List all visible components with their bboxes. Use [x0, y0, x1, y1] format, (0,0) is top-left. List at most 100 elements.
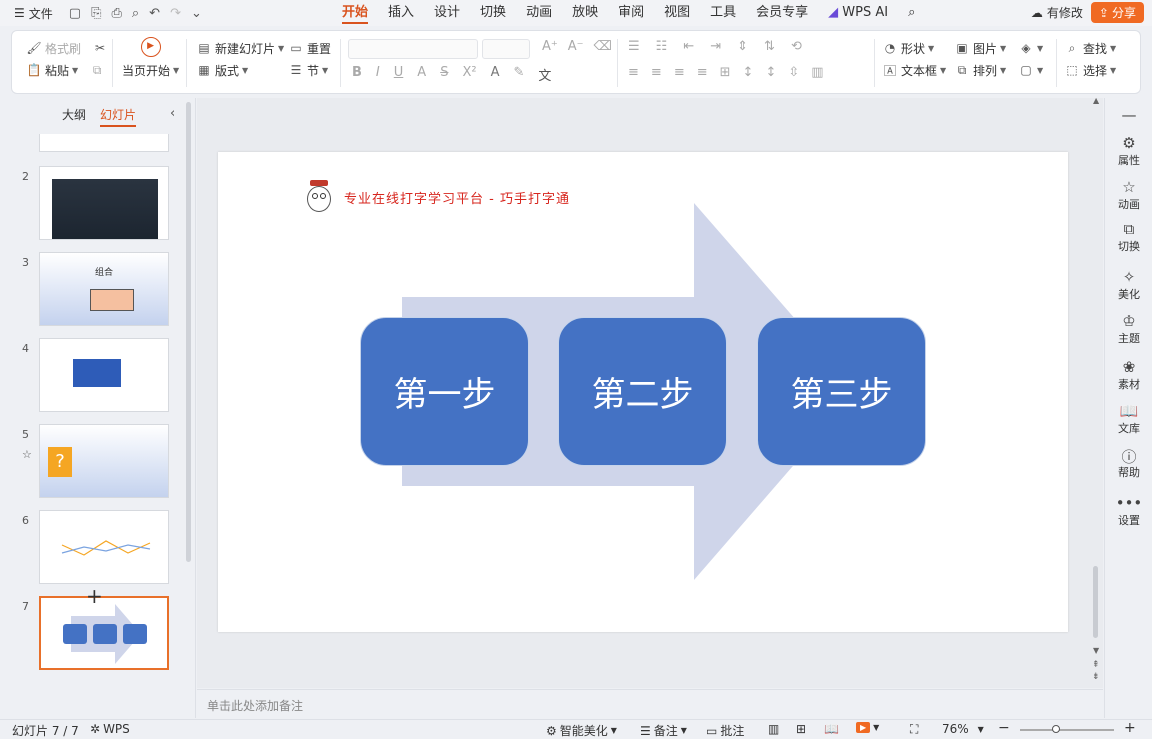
outline-button[interactable]: ▢ ▼	[1018, 59, 1043, 81]
slide-thumbnail-7[interactable]	[39, 596, 169, 670]
reset-button[interactable]: ▭ 重置	[288, 37, 331, 59]
format-painter-button[interactable]: 🖌 格式刷 ✂	[26, 37, 108, 59]
chevron-down-icon[interactable]: ⌄	[191, 6, 202, 21]
increase-font-icon[interactable]: A⁺	[542, 39, 558, 54]
zoom-slider[interactable]	[1020, 725, 1114, 733]
undo-icon[interactable]: ↶	[149, 6, 160, 21]
minimize-icon[interactable]: —	[1105, 106, 1152, 124]
tab-slideshow[interactable]: 放映	[562, 0, 608, 26]
sidebar-animation[interactable]: ☆ 动画	[1105, 178, 1152, 212]
text-direction-icon[interactable]: ⇕	[737, 39, 748, 54]
font-family-select[interactable]	[348, 39, 478, 59]
zoom-out-icon[interactable]: −	[998, 720, 1010, 736]
column-icon[interactable]: ▥	[811, 65, 823, 80]
sidebar-settings[interactable]: ••• 设置	[1105, 494, 1152, 528]
step-3-box[interactable]: 第三步	[757, 317, 926, 466]
slide-thumbnail-2[interactable]	[39, 166, 169, 240]
normal-view-icon[interactable]: ▥	[768, 722, 779, 736]
tab-tools[interactable]: 工具	[700, 0, 746, 26]
modified-indicator[interactable]: ☁ 有修改	[1031, 4, 1083, 21]
indent-increase-icon[interactable]: ⇥	[710, 39, 721, 54]
arrange-button[interactable]: ⧉ 排列 ▼	[954, 59, 1006, 81]
line-spacing-icon[interactable]: ↕	[743, 65, 754, 80]
prev-slide-icon[interactable]: ⇞	[1092, 660, 1100, 670]
redo-icon[interactable]: ↷	[170, 6, 181, 21]
paragraph-spacing-icon[interactable]: ↕	[765, 65, 776, 80]
file-menu[interactable]: ☰ 文件	[0, 5, 63, 22]
brand-text[interactable]: 专业在线打字学习平台 - 巧手打字通	[344, 188, 570, 207]
bold-icon[interactable]: B	[352, 65, 362, 84]
sort-icon[interactable]: ⇅	[764, 39, 775, 54]
pdf-icon[interactable]: ⎘	[91, 6, 101, 21]
star-icon[interactable]: ☆	[22, 448, 32, 461]
slide-thumbnail-1[interactable]	[39, 134, 169, 152]
slide-thumbnail-5[interactable]: ?	[39, 424, 169, 498]
scissors-icon[interactable]: ✂	[92, 41, 108, 55]
sidebar-material[interactable]: ❀ 素材	[1105, 358, 1152, 392]
play-icon[interactable]: ▶	[140, 37, 161, 57]
print-icon[interactable]: ⎙	[111, 6, 121, 21]
tab-member[interactable]: 会员专享	[746, 0, 818, 26]
align-left-icon[interactable]: ≡	[628, 65, 639, 80]
shape-button[interactable]: ◔ 形状 ▼	[882, 37, 946, 59]
underline-icon[interactable]: U	[394, 65, 404, 84]
step-1-box[interactable]: 第一步	[360, 317, 529, 466]
collapse-panel-icon[interactable]: ‹	[170, 106, 175, 121]
search-icon[interactable]: ⌕	[898, 0, 925, 26]
convert-icon[interactable]: ⟲	[791, 39, 802, 54]
highlight-icon[interactable]: ✎	[513, 65, 524, 84]
find-button[interactable]: ⌕ 查找 ▼	[1064, 37, 1117, 59]
slide-canvas[interactable]: 专业在线打字学习平台 - 巧手打字通 第一步 第二步 第三步	[218, 152, 1068, 632]
wps-ai-button[interactable]: ◢ WPS AI	[818, 0, 898, 26]
tab-review[interactable]: 审阅	[608, 0, 654, 26]
chevron-up-icon[interactable]: ▲	[1093, 96, 1099, 105]
tab-design[interactable]: 设计	[424, 0, 470, 26]
layout-button[interactable]: ▦ 版式 ▼	[196, 59, 284, 81]
zoom-in-icon[interactable]: +	[1124, 720, 1136, 736]
sidebar-help[interactable]: ⓘ 帮助	[1105, 446, 1152, 480]
new-slide-button[interactable]: ▤ 新建幻灯片 ▼	[196, 37, 284, 59]
bullet-list-icon[interactable]: ☰	[628, 39, 640, 54]
add-slide-button[interactable]: +	[86, 584, 103, 608]
clear-format-icon[interactable]: ⌫	[594, 39, 612, 54]
select-button[interactable]: ⬚ 选择 ▼	[1064, 59, 1116, 81]
sidebar-beautify[interactable]: ✧ 美化	[1105, 268, 1152, 302]
numbered-list-icon[interactable]: ☷	[656, 39, 668, 54]
tab-home[interactable]: 开始	[332, 0, 378, 26]
phonetic-icon[interactable]: 文	[538, 65, 551, 84]
align-right-icon[interactable]: ≡	[674, 65, 685, 80]
justify-icon[interactable]: ≡	[697, 65, 708, 80]
smart-beautify-button[interactable]: ⚙ 智能美化 ▼	[546, 722, 617, 739]
distribute-icon[interactable]: ⊞	[720, 65, 731, 80]
decrease-font-icon[interactable]: A⁻	[568, 39, 584, 54]
chevron-down-icon[interactable]: ▼	[1093, 646, 1099, 655]
tab-view[interactable]: 视图	[654, 0, 700, 26]
save-icon[interactable]: ▢	[69, 6, 81, 21]
fill-button[interactable]: ◈ ▼	[1018, 37, 1043, 59]
sidebar-transition[interactable]: ⧉ 切换	[1105, 220, 1152, 254]
zoom-level[interactable]: 76% ▼	[942, 722, 984, 736]
strike-icon[interactable]: A	[417, 65, 426, 84]
sidebar-library[interactable]: 📖 文库	[1105, 402, 1152, 436]
tab-transition[interactable]: 切换	[470, 0, 516, 26]
strikethrough-icon[interactable]: S	[440, 65, 448, 84]
canvas-scrollbar[interactable]: ▲ ▼ ⇞ ⇟	[1091, 96, 1103, 688]
print-preview-icon[interactable]: ⌕	[132, 6, 139, 21]
font-size-select[interactable]	[482, 39, 530, 59]
notes-button[interactable]: ☰ 备注 ▼	[640, 722, 687, 739]
notes-area[interactable]: 单击此处添加备注	[197, 689, 1103, 719]
italic-icon[interactable]: I	[376, 65, 380, 84]
align-center-icon[interactable]: ≡	[651, 65, 662, 80]
sorter-view-icon[interactable]: ⊞	[796, 722, 806, 736]
play-from-current-button[interactable]: 当页开始 ▼	[122, 59, 179, 81]
reading-view-icon[interactable]: 📖	[824, 722, 839, 736]
next-slide-icon[interactable]: ⇟	[1092, 672, 1100, 682]
share-button[interactable]: ⇪ 分享	[1090, 2, 1144, 23]
play-button[interactable]: ▶ ▼	[856, 722, 879, 733]
font-color-icon[interactable]: A	[491, 65, 500, 84]
step-2-box[interactable]: 第二步	[558, 317, 727, 466]
comments-button[interactable]: ▭ 批注	[706, 722, 744, 739]
section-button[interactable]: ☰ 节 ▼	[288, 59, 331, 81]
slide-thumbnail-4[interactable]	[39, 338, 169, 412]
picture-button[interactable]: ▣ 图片 ▼	[954, 37, 1006, 59]
